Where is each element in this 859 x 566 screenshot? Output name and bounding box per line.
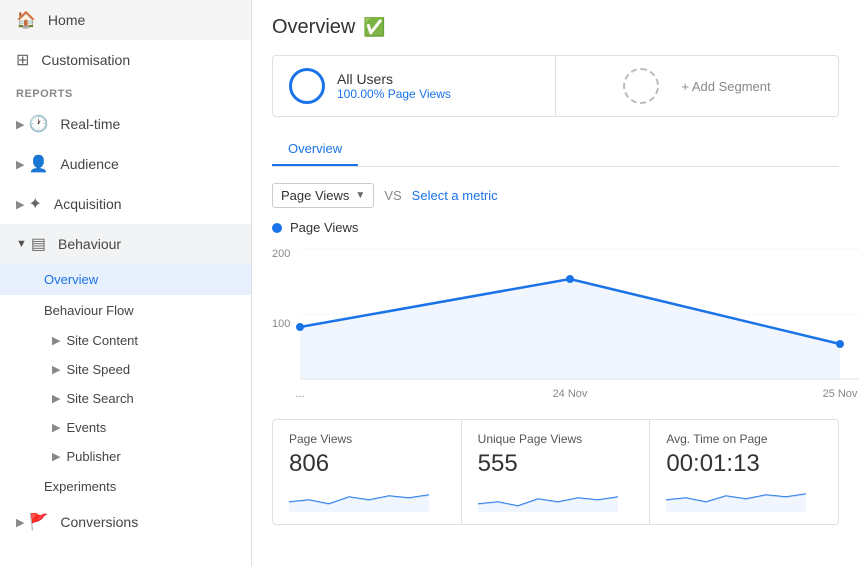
main-content: Overview ✅ All Users 100.00% Page Views … xyxy=(252,0,859,566)
chart-area: 200 100 ... 24 Nov 25 Nov xyxy=(272,239,839,399)
stat-label: Avg. Time on Page xyxy=(666,432,822,446)
stat-sparkline xyxy=(666,482,822,512)
sidebar-subitem-label: Experiments xyxy=(44,479,116,494)
collapse-arrow-icon: ▶ xyxy=(16,198,24,211)
sidebar-item-home[interactable]: 🏠 Home xyxy=(0,0,251,40)
sidebar-item-label: Home xyxy=(48,12,85,28)
sidebar-subitem-site-speed[interactable]: ▶ Site Speed xyxy=(0,355,251,384)
x-label-start: ... xyxy=(295,388,304,399)
segment-all-users[interactable]: All Users 100.00% Page Views xyxy=(273,56,556,116)
page-header: Overview ✅ xyxy=(272,16,839,39)
tab-overview[interactable]: Overview xyxy=(272,133,358,166)
legend-label: Page Views xyxy=(290,220,358,235)
dropdown-value: Page Views xyxy=(281,188,349,203)
chevron-right-icon: ▶ xyxy=(52,392,60,405)
chart-legend: Page Views xyxy=(272,220,839,235)
sidebar-subitem-events[interactable]: ▶ Events xyxy=(0,413,251,442)
y-label-200: 200 xyxy=(272,248,290,260)
sidebar-item-label: Audience xyxy=(60,156,118,172)
segment-circle xyxy=(289,68,325,104)
chevron-right-icon: ▶ xyxy=(52,450,60,463)
sidebar-subitem-overview[interactable]: Overview xyxy=(0,264,251,295)
home-icon: 🏠 xyxy=(16,10,36,30)
sidebar-item-acquisition[interactable]: ▶ ✦ Acquisition xyxy=(0,184,251,224)
add-segment-circle xyxy=(623,68,659,104)
sidebar-subitem-site-search[interactable]: ▶ Site Search xyxy=(0,384,251,413)
stat-value: 555 xyxy=(478,450,634,478)
sidebar-item-conversions[interactable]: ▶ 🚩 Conversions xyxy=(0,502,251,542)
sidebar-subitem-publisher[interactable]: ▶ Publisher xyxy=(0,442,251,471)
stat-value: 00:01:13 xyxy=(666,450,822,478)
segment-desc: 100.00% Page Views xyxy=(337,87,451,101)
y-label-100: 100 xyxy=(272,318,290,330)
page-views-dropdown[interactable]: Page Views ▼ xyxy=(272,183,374,208)
sidebar-item-customisation[interactable]: ⊞ Customisation xyxy=(0,40,251,80)
sidebar-subitem-experiments[interactable]: Experiments xyxy=(0,471,251,502)
collapse-arrow-icon: ▶ xyxy=(16,118,24,131)
metric-selector: Page Views ▼ VS Select a metric xyxy=(272,183,839,208)
behaviour-icon: ▤ xyxy=(31,234,46,254)
stat-label: Page Views xyxy=(289,432,445,446)
sidebar-subitem-label: Events xyxy=(66,420,106,435)
sidebar-subitem-label: Overview xyxy=(44,272,98,287)
stat-avg-time-on-page: Avg. Time on Page 00:01:13 xyxy=(650,420,838,524)
stat-sparkline xyxy=(478,482,634,512)
sidebar-subitem-site-content[interactable]: ▶ Site Content xyxy=(0,326,251,355)
collapse-arrow-icon: ▶ xyxy=(16,158,24,171)
sidebar-item-label: Real-time xyxy=(60,116,120,132)
segment-info: All Users 100.00% Page Views xyxy=(337,71,451,101)
chart-point xyxy=(836,340,844,348)
select-metric-link[interactable]: Select a metric xyxy=(412,188,498,203)
sidebar-subitem-label: Publisher xyxy=(66,449,120,464)
check-icon: ✅ xyxy=(363,17,385,38)
stat-label: Unique Page Views xyxy=(478,432,634,446)
acquisition-icon: ✦ xyxy=(28,194,41,214)
sidebar-item-label: Customisation xyxy=(41,52,130,68)
person-icon: 👤 xyxy=(28,154,48,174)
collapse-arrow-icon: ▶ xyxy=(16,516,24,529)
segment-bar: All Users 100.00% Page Views + Add Segme… xyxy=(272,55,839,117)
sidebar-item-label: Conversions xyxy=(60,514,138,530)
chart-area-fill xyxy=(300,279,840,379)
stat-value: 806 xyxy=(289,450,445,478)
legend-dot xyxy=(272,223,282,233)
tabs-bar: Overview xyxy=(272,133,839,167)
stat-sparkline xyxy=(289,482,445,512)
sidebar-subitem-label: Site Content xyxy=(66,333,138,348)
clock-icon: 🕐 xyxy=(28,114,48,134)
x-label-25nov: 25 Nov xyxy=(823,388,858,399)
vs-label: VS xyxy=(384,188,401,203)
chart-point xyxy=(296,323,304,331)
sidebar-item-realtime[interactable]: ▶ 🕐 Real-time xyxy=(0,104,251,144)
sidebar-item-behaviour[interactable]: ▼ ▤ Behaviour xyxy=(0,224,251,264)
segment-add[interactable]: + Add Segment xyxy=(556,56,838,116)
line-chart: 200 100 ... 24 Nov 25 Nov xyxy=(272,239,859,399)
sidebar-subitem-label: Site Search xyxy=(66,391,133,406)
x-label-24nov: 24 Nov xyxy=(553,388,588,399)
sidebar-subitem-label: Site Speed xyxy=(66,362,130,377)
chevron-right-icon: ▶ xyxy=(52,421,60,434)
stat-page-views: Page Views 806 xyxy=(273,420,462,524)
add-segment-label: + Add Segment xyxy=(681,79,770,94)
grid-icon: ⊞ xyxy=(16,50,29,70)
chevron-right-icon: ▶ xyxy=(52,334,60,347)
stats-row: Page Views 806 Unique Page Views 555 Avg… xyxy=(272,419,839,525)
segment-name: All Users xyxy=(337,71,451,87)
chevron-right-icon: ▶ xyxy=(52,363,60,376)
sidebar-item-audience[interactable]: ▶ 👤 Audience xyxy=(0,144,251,184)
reports-section-label: REPORTS xyxy=(0,80,251,104)
sidebar: 🏠 Home ⊞ Customisation REPORTS ▶ 🕐 Real-… xyxy=(0,0,252,566)
flag-icon: 🚩 xyxy=(28,512,48,532)
sidebar-item-label: Acquisition xyxy=(54,196,122,212)
stat-unique-page-views: Unique Page Views 555 xyxy=(462,420,651,524)
sidebar-subitem-behaviour-flow[interactable]: Behaviour Flow xyxy=(0,295,251,326)
dropdown-chevron-icon: ▼ xyxy=(355,190,365,201)
sidebar-subitem-label: Behaviour Flow xyxy=(44,303,134,318)
expand-arrow-icon: ▼ xyxy=(16,238,27,250)
chart-point xyxy=(566,275,574,283)
sidebar-item-label: Behaviour xyxy=(58,236,121,252)
page-title: Overview xyxy=(272,16,355,39)
